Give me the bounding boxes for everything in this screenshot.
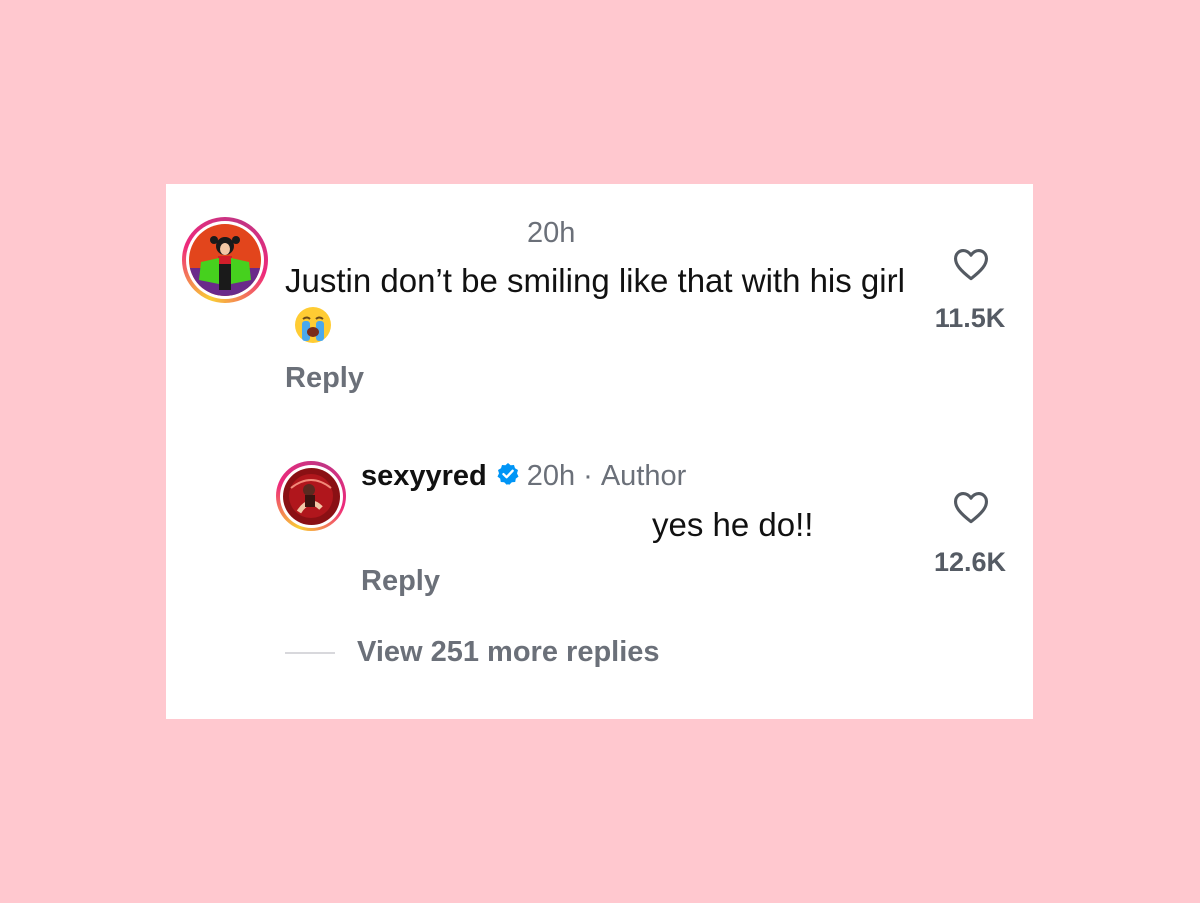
view-more-replies-button[interactable]: View 251 more replies (357, 636, 660, 669)
comment-timestamp: 20h (527, 217, 576, 249)
view-more-divider (285, 652, 335, 654)
reply-reply-button[interactable]: Reply (361, 565, 440, 598)
heart-icon[interactable] (952, 247, 990, 281)
reply-avatar[interactable] (276, 461, 346, 531)
comment-reply-button[interactable]: Reply (285, 362, 364, 395)
comment-text: Justin don’t be smiling like that with h… (285, 258, 905, 356)
reply-text: yes he do!! (652, 506, 814, 543)
loudly-crying-face-emoji (293, 305, 333, 356)
comment-text-body: Justin don’t be smiling like that with h… (285, 262, 905, 299)
comment-card: 20h Justin don’t be smiling like that wi… (166, 184, 1033, 719)
author-label: Author (600, 460, 687, 492)
heart-icon[interactable] (952, 490, 990, 524)
reply-username[interactable]: sexyyred (361, 460, 487, 493)
comment-like-count: 11.5K (934, 303, 1006, 333)
commenter-avatar[interactable] (182, 217, 268, 303)
reply-timestamp: 20h (526, 460, 576, 492)
verified-badge-icon (496, 462, 520, 491)
reply-like-count: 12.6K (933, 547, 1007, 577)
meta-separator: · (583, 460, 593, 492)
reply-header: sexyyred 20h · Author (361, 460, 686, 493)
